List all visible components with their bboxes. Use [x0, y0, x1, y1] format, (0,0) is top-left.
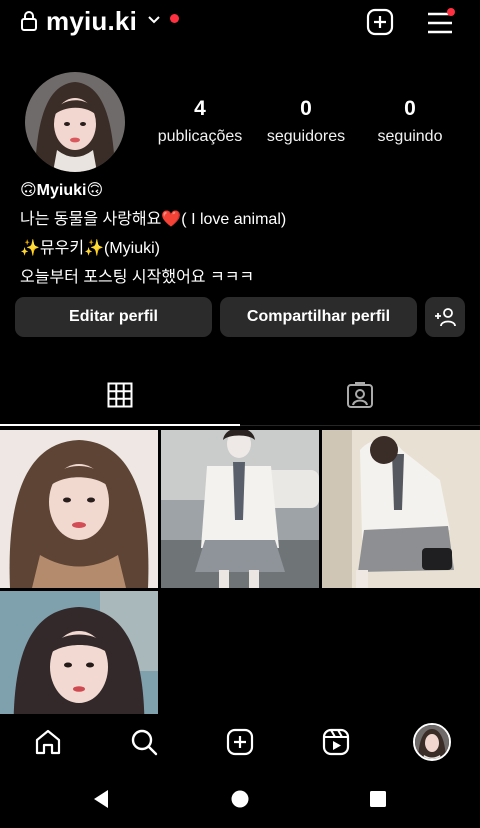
notification-dot: [170, 14, 179, 23]
post-thumbnail[interactable]: [0, 430, 158, 588]
stat-following-count: 0: [404, 97, 416, 120]
stat-posts-label: publicações: [157, 128, 243, 145]
stat-posts-count: 4: [194, 97, 206, 120]
edit-profile-button[interactable]: Editar perfil: [15, 297, 212, 337]
tagged-icon[interactable]: [346, 381, 374, 409]
stat-followers[interactable]: 0 seguidores: [258, 96, 354, 146]
add-person-icon: [435, 308, 456, 327]
home-icon[interactable]: [34, 728, 62, 756]
stat-following-label: seguindo: [377, 128, 443, 145]
chevron-down-icon[interactable]: [146, 12, 162, 28]
post-thumbnail[interactable]: [161, 430, 319, 588]
stat-following[interactable]: 0 seguindo: [368, 96, 452, 146]
profile-display-name: 🙃Myiuki🙃: [20, 182, 104, 199]
lock-icon: [21, 11, 37, 31]
system-navigation-bar: [0, 770, 480, 828]
profile-tabs: [0, 372, 480, 428]
profile-tab-avatar[interactable]: [413, 723, 451, 761]
menu-notification-dot: [447, 8, 455, 16]
home-button-icon[interactable]: [231, 790, 249, 808]
tab-divider: [240, 425, 480, 426]
back-icon[interactable]: [92, 789, 110, 809]
bio-line: ✨뮤우키✨(Myiuki): [20, 240, 160, 257]
profile-avatar[interactable]: [25, 72, 125, 172]
grid-icon[interactable]: [107, 382, 133, 408]
create-icon[interactable]: [226, 728, 254, 756]
recents-icon[interactable]: [369, 790, 387, 808]
stat-posts[interactable]: 4 publicações: [150, 96, 250, 146]
top-bar: myiu.ki: [0, 0, 480, 44]
active-tab-indicator: [0, 424, 240, 426]
discover-people-button[interactable]: [425, 297, 465, 337]
bio-line: 나는 동물을 사랑해요❤️( I love animal): [20, 211, 287, 228]
stat-followers-count: 0: [300, 97, 312, 120]
reels-icon[interactable]: [322, 728, 350, 756]
profile-bio: 🙃Myiuki🙃 나는 동물을 사랑해요❤️( I love animal) ✨…: [20, 176, 286, 292]
search-icon[interactable]: [130, 728, 158, 756]
username-switcher[interactable]: myiu.ki: [46, 6, 137, 37]
create-post-icon[interactable]: [366, 8, 394, 36]
share-profile-button[interactable]: Compartilhar perfil: [220, 297, 417, 337]
stat-followers-label: seguidores: [266, 128, 346, 145]
post-thumbnail[interactable]: [322, 430, 480, 588]
bio-line: 오늘부터 포스팅 시작했어요 ㅋㅋㅋ: [20, 269, 255, 286]
bottom-navigation: [0, 714, 480, 770]
